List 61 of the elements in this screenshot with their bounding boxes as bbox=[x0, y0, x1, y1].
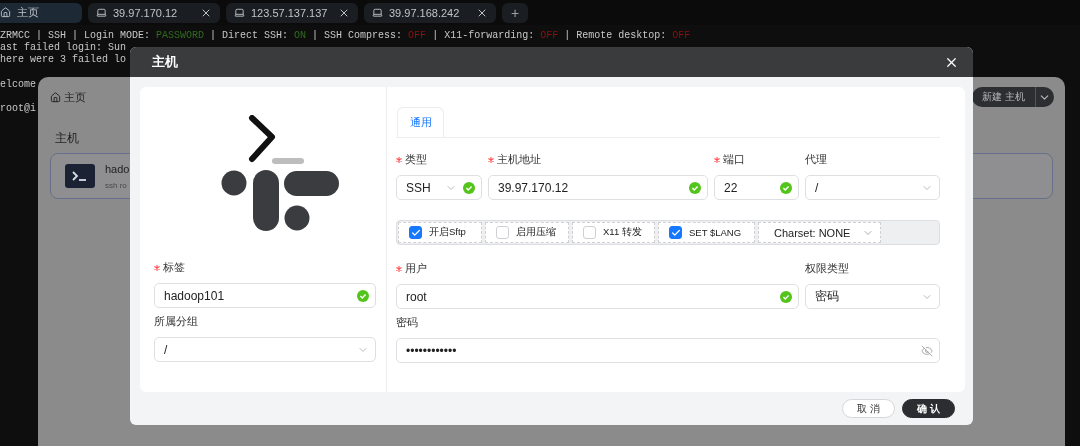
home-icon bbox=[50, 91, 61, 103]
field-label: 权限类型 bbox=[805, 262, 849, 276]
window-tab[interactable]: 主页 bbox=[0, 2, 82, 23]
text-field[interactable]: 39.97.170.12 bbox=[488, 175, 708, 200]
text-field[interactable]: root bbox=[396, 284, 799, 309]
checkbox[interactable] bbox=[669, 226, 682, 239]
required-icon bbox=[396, 266, 402, 272]
new-host-button[interactable]: 新建 主机 bbox=[972, 87, 1035, 107]
required-icon bbox=[714, 157, 720, 163]
text-field[interactable]: 22 bbox=[714, 175, 799, 200]
window-tab[interactable]: 123.57.137.137 bbox=[226, 2, 358, 23]
terminal-line: here were 3 failed lo bbox=[0, 54, 127, 67]
terminal-icon bbox=[65, 164, 95, 188]
dropdown-button[interactable] bbox=[1035, 87, 1054, 107]
select-field[interactable]: / bbox=[154, 337, 376, 362]
eye-off-icon[interactable] bbox=[921, 344, 933, 357]
field-label: 密码 bbox=[396, 316, 418, 330]
field-label: 代理 bbox=[805, 153, 827, 167]
add-tab-button[interactable]: + bbox=[502, 2, 528, 23]
terminal-line: elcome bbox=[0, 78, 36, 91]
dialog-title: 主机 bbox=[152, 53, 178, 71]
host-title: hado bbox=[105, 162, 130, 175]
field-label: 类型 bbox=[396, 153, 427, 167]
laptop-icon bbox=[372, 7, 383, 18]
laptop-icon bbox=[96, 7, 107, 18]
checkbox[interactable] bbox=[409, 226, 422, 239]
select-field[interactable]: SSH bbox=[396, 175, 482, 200]
password-field[interactable]: •••••••••••• bbox=[396, 338, 940, 363]
valid-check-icon bbox=[689, 181, 701, 194]
valid-check-icon bbox=[463, 181, 475, 194]
option-checkbox[interactable]: 开启Sftp bbox=[398, 222, 482, 243]
option-checkbox[interactable]: X11 转发 bbox=[572, 222, 655, 243]
field-label: 端口 bbox=[714, 153, 745, 167]
option-checkbox[interactable]: SET $LANG bbox=[658, 222, 755, 243]
text-field[interactable]: hadoop101 bbox=[154, 283, 376, 308]
field-label: 主机地址 bbox=[488, 153, 541, 167]
required-icon bbox=[154, 265, 160, 271]
select-field[interactable]: 密码 bbox=[805, 284, 940, 309]
breadcrumb-link[interactable]: 主页 bbox=[64, 89, 86, 105]
form-tab[interactable]: 通用 bbox=[397, 107, 444, 137]
terminal-line: ZRMCC | SSH | Login MODE: PASSWORD | Direct SSH: ON | SSH Compress: OFF | X11-forwarding: OFF | Remote desktop: OFF bbox=[0, 30, 691, 42]
confirm-button[interactable]: 确 认 bbox=[902, 399, 955, 418]
valid-check-icon bbox=[357, 289, 369, 302]
field-label: 所属分组 bbox=[154, 315, 198, 329]
field-label: 标签 bbox=[154, 261, 185, 275]
cancel-button[interactable]: 取 消 bbox=[842, 399, 895, 418]
required-icon bbox=[488, 157, 494, 163]
window-tab[interactable]: 39.97.168.242 bbox=[364, 2, 496, 23]
field-label: 用户 bbox=[396, 262, 427, 276]
charset-select[interactable]: Charset: NONE bbox=[758, 222, 881, 243]
section-heading: 主机 bbox=[55, 130, 80, 147]
terminal-line: root@i bbox=[0, 103, 36, 116]
valid-check-icon bbox=[780, 290, 792, 303]
window-tab[interactable]: 39.97.170.12 bbox=[88, 2, 220, 23]
required-icon bbox=[396, 157, 402, 163]
laptop-icon bbox=[234, 7, 245, 18]
option-checkbox[interactable]: 启用压缩 bbox=[485, 222, 569, 243]
valid-check-icon bbox=[780, 181, 792, 194]
home-icon bbox=[0, 7, 11, 18]
terminal-line: ast failed login: Sun bbox=[0, 42, 127, 54]
select-field[interactable]: / bbox=[805, 175, 940, 200]
